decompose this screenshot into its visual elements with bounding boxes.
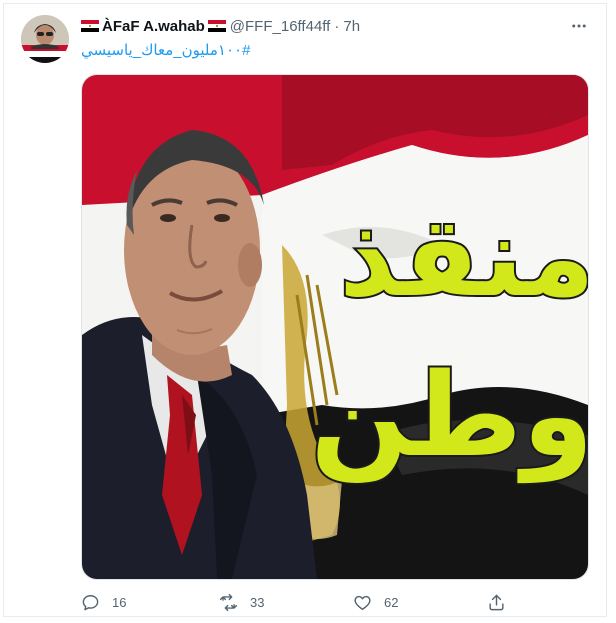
display-name[interactable]: ÀFaF A.wahab (102, 18, 205, 35)
hashtag-link[interactable]: #١٠٠مليون_معاك_ياسيسي (81, 42, 250, 59)
more-icon[interactable] (568, 15, 590, 37)
egypt-flag-icon (81, 20, 99, 32)
caption-word-2: وطن (310, 349, 588, 484)
tweet-card[interactable]: ÀFaF A.wahab @FFF_16ff44ff · 7h #١٠٠مليو… (3, 3, 607, 617)
user-handle[interactable]: @FFF_16ff44ff (230, 18, 331, 35)
media-image: منقذ وطن (82, 75, 588, 579)
share-button[interactable] (487, 590, 506, 614)
like-button[interactable]: 62 (353, 590, 398, 614)
retweet-button[interactable]: 33 (219, 590, 264, 614)
tweet-media[interactable]: منقذ وطن (81, 74, 589, 580)
tweet-text: #١٠٠مليون_معاك_ياسيسي (81, 41, 250, 59)
reply-count: 16 (112, 594, 127, 610)
avatar[interactable] (21, 15, 69, 63)
share-icon (487, 593, 506, 612)
caption-word-1: منقذ (339, 193, 588, 321)
reply-button[interactable]: 16 (81, 590, 126, 614)
tweet-header: ÀFaF A.wahab @FFF_16ff44ff · 7h (81, 15, 590, 37)
like-count: 62 (384, 594, 399, 610)
retweet-icon (219, 593, 238, 612)
avatar-image (21, 15, 69, 63)
timestamp[interactable]: 7h (343, 18, 360, 35)
retweet-count: 33 (250, 594, 265, 610)
separator-dot: · (334, 17, 340, 35)
reply-icon (81, 593, 100, 612)
tweet-actions: 16 33 62 (81, 590, 511, 614)
like-icon (353, 593, 372, 612)
egypt-flag-icon (207, 20, 226, 32)
